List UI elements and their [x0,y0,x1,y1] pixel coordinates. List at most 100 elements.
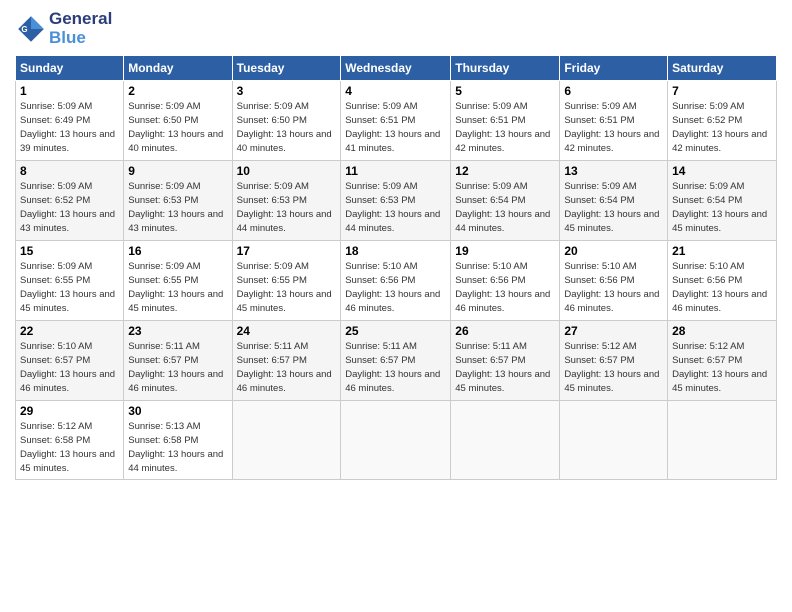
day-info: Sunrise: 5:12 AMSunset: 6:58 PMDaylight:… [20,421,115,473]
day-number: 26 [455,324,555,338]
table-row: 22 Sunrise: 5:10 AMSunset: 6:57 PMDaylig… [16,321,124,401]
day-number: 11 [345,164,446,178]
day-number: 10 [237,164,337,178]
day-number: 17 [237,244,337,258]
day-info: Sunrise: 5:09 AMSunset: 6:54 PMDaylight:… [672,181,767,233]
week-row: 15 Sunrise: 5:09 AMSunset: 6:55 PMDaylig… [16,241,777,321]
day-number: 18 [345,244,446,258]
logo-text-block: General Blue [49,10,112,47]
logo-icon: G [15,13,47,45]
day-info: Sunrise: 5:12 AMSunset: 6:57 PMDaylight:… [564,341,659,393]
day-number: 28 [672,324,772,338]
day-number: 29 [20,404,119,418]
day-info: Sunrise: 5:09 AMSunset: 6:52 PMDaylight:… [20,181,115,233]
week-row: 1 Sunrise: 5:09 AMSunset: 6:49 PMDayligh… [16,81,777,161]
day-number: 25 [345,324,446,338]
day-number: 23 [128,324,227,338]
col-sun: Sunday [16,56,124,81]
day-info: Sunrise: 5:10 AMSunset: 6:57 PMDaylight:… [20,341,115,393]
table-row: 16 Sunrise: 5:09 AMSunset: 6:55 PMDaylig… [124,241,232,321]
table-row: 30 Sunrise: 5:13 AMSunset: 6:58 PMDaylig… [124,401,232,479]
table-row: 14 Sunrise: 5:09 AMSunset: 6:54 PMDaylig… [668,161,777,241]
table-row: 10 Sunrise: 5:09 AMSunset: 6:53 PMDaylig… [232,161,341,241]
day-info: Sunrise: 5:10 AMSunset: 6:56 PMDaylight:… [672,261,767,313]
col-fri: Friday [560,56,668,81]
day-info: Sunrise: 5:09 AMSunset: 6:55 PMDaylight:… [128,261,223,313]
calendar: Sunday Monday Tuesday Wednesday Thursday… [15,55,777,479]
table-row: 9 Sunrise: 5:09 AMSunset: 6:53 PMDayligh… [124,161,232,241]
day-info: Sunrise: 5:09 AMSunset: 6:55 PMDaylight:… [20,261,115,313]
table-row: 17 Sunrise: 5:09 AMSunset: 6:55 PMDaylig… [232,241,341,321]
empty-cell [668,401,777,479]
table-row: 20 Sunrise: 5:10 AMSunset: 6:56 PMDaylig… [560,241,668,321]
table-row: 3 Sunrise: 5:09 AMSunset: 6:50 PMDayligh… [232,81,341,161]
table-row: 7 Sunrise: 5:09 AMSunset: 6:52 PMDayligh… [668,81,777,161]
day-info: Sunrise: 5:09 AMSunset: 6:53 PMDaylight:… [237,181,332,233]
empty-cell [232,401,341,479]
day-number: 4 [345,84,446,98]
day-number: 5 [455,84,555,98]
day-number: 6 [564,84,663,98]
table-row: 27 Sunrise: 5:12 AMSunset: 6:57 PMDaylig… [560,321,668,401]
day-number: 3 [237,84,337,98]
table-row: 12 Sunrise: 5:09 AMSunset: 6:54 PMDaylig… [451,161,560,241]
day-info: Sunrise: 5:12 AMSunset: 6:57 PMDaylight:… [672,341,767,393]
day-number: 13 [564,164,663,178]
col-tue: Tuesday [232,56,341,81]
day-info: Sunrise: 5:09 AMSunset: 6:49 PMDaylight:… [20,101,115,153]
table-row: 24 Sunrise: 5:11 AMSunset: 6:57 PMDaylig… [232,321,341,401]
table-row: 19 Sunrise: 5:10 AMSunset: 6:56 PMDaylig… [451,241,560,321]
day-number: 30 [128,404,227,418]
table-row: 6 Sunrise: 5:09 AMSunset: 6:51 PMDayligh… [560,81,668,161]
table-row: 4 Sunrise: 5:09 AMSunset: 6:51 PMDayligh… [341,81,451,161]
table-row: 21 Sunrise: 5:10 AMSunset: 6:56 PMDaylig… [668,241,777,321]
day-info: Sunrise: 5:11 AMSunset: 6:57 PMDaylight:… [237,341,332,393]
day-number: 19 [455,244,555,258]
table-row: 2 Sunrise: 5:09 AMSunset: 6:50 PMDayligh… [124,81,232,161]
day-info: Sunrise: 5:09 AMSunset: 6:51 PMDaylight:… [345,101,440,153]
logo: G General Blue [15,10,112,47]
table-row: 26 Sunrise: 5:11 AMSunset: 6:57 PMDaylig… [451,321,560,401]
table-row: 11 Sunrise: 5:09 AMSunset: 6:53 PMDaylig… [341,161,451,241]
svg-text:G: G [21,25,27,34]
day-info: Sunrise: 5:09 AMSunset: 6:51 PMDaylight:… [455,101,550,153]
day-number: 14 [672,164,772,178]
day-info: Sunrise: 5:11 AMSunset: 6:57 PMDaylight:… [455,341,550,393]
day-number: 7 [672,84,772,98]
day-number: 22 [20,324,119,338]
day-number: 16 [128,244,227,258]
day-info: Sunrise: 5:09 AMSunset: 6:54 PMDaylight:… [564,181,659,233]
day-info: Sunrise: 5:09 AMSunset: 6:53 PMDaylight:… [128,181,223,233]
day-info: Sunrise: 5:13 AMSunset: 6:58 PMDaylight:… [128,421,223,473]
table-row: 15 Sunrise: 5:09 AMSunset: 6:55 PMDaylig… [16,241,124,321]
day-number: 27 [564,324,663,338]
week-row: 8 Sunrise: 5:09 AMSunset: 6:52 PMDayligh… [16,161,777,241]
day-info: Sunrise: 5:10 AMSunset: 6:56 PMDaylight:… [564,261,659,313]
logo-line1: General [49,10,112,29]
day-info: Sunrise: 5:10 AMSunset: 6:56 PMDaylight:… [455,261,550,313]
empty-cell [451,401,560,479]
day-number: 15 [20,244,119,258]
table-row: 25 Sunrise: 5:11 AMSunset: 6:57 PMDaylig… [341,321,451,401]
table-row: 1 Sunrise: 5:09 AMSunset: 6:49 PMDayligh… [16,81,124,161]
day-info: Sunrise: 5:11 AMSunset: 6:57 PMDaylight:… [128,341,223,393]
day-number: 12 [455,164,555,178]
day-info: Sunrise: 5:09 AMSunset: 6:50 PMDaylight:… [128,101,223,153]
day-number: 21 [672,244,772,258]
week-row: 29 Sunrise: 5:12 AMSunset: 6:58 PMDaylig… [16,401,777,479]
day-number: 8 [20,164,119,178]
empty-cell [341,401,451,479]
table-row: 23 Sunrise: 5:11 AMSunset: 6:57 PMDaylig… [124,321,232,401]
day-info: Sunrise: 5:09 AMSunset: 6:52 PMDaylight:… [672,101,767,153]
week-row: 22 Sunrise: 5:10 AMSunset: 6:57 PMDaylig… [16,321,777,401]
empty-cell [560,401,668,479]
day-info: Sunrise: 5:09 AMSunset: 6:50 PMDaylight:… [237,101,332,153]
col-mon: Monday [124,56,232,81]
logo-line2: Blue [49,29,112,48]
day-number: 9 [128,164,227,178]
table-row: 5 Sunrise: 5:09 AMSunset: 6:51 PMDayligh… [451,81,560,161]
day-info: Sunrise: 5:11 AMSunset: 6:57 PMDaylight:… [345,341,440,393]
day-number: 2 [128,84,227,98]
table-row: 8 Sunrise: 5:09 AMSunset: 6:52 PMDayligh… [16,161,124,241]
day-info: Sunrise: 5:09 AMSunset: 6:54 PMDaylight:… [455,181,550,233]
